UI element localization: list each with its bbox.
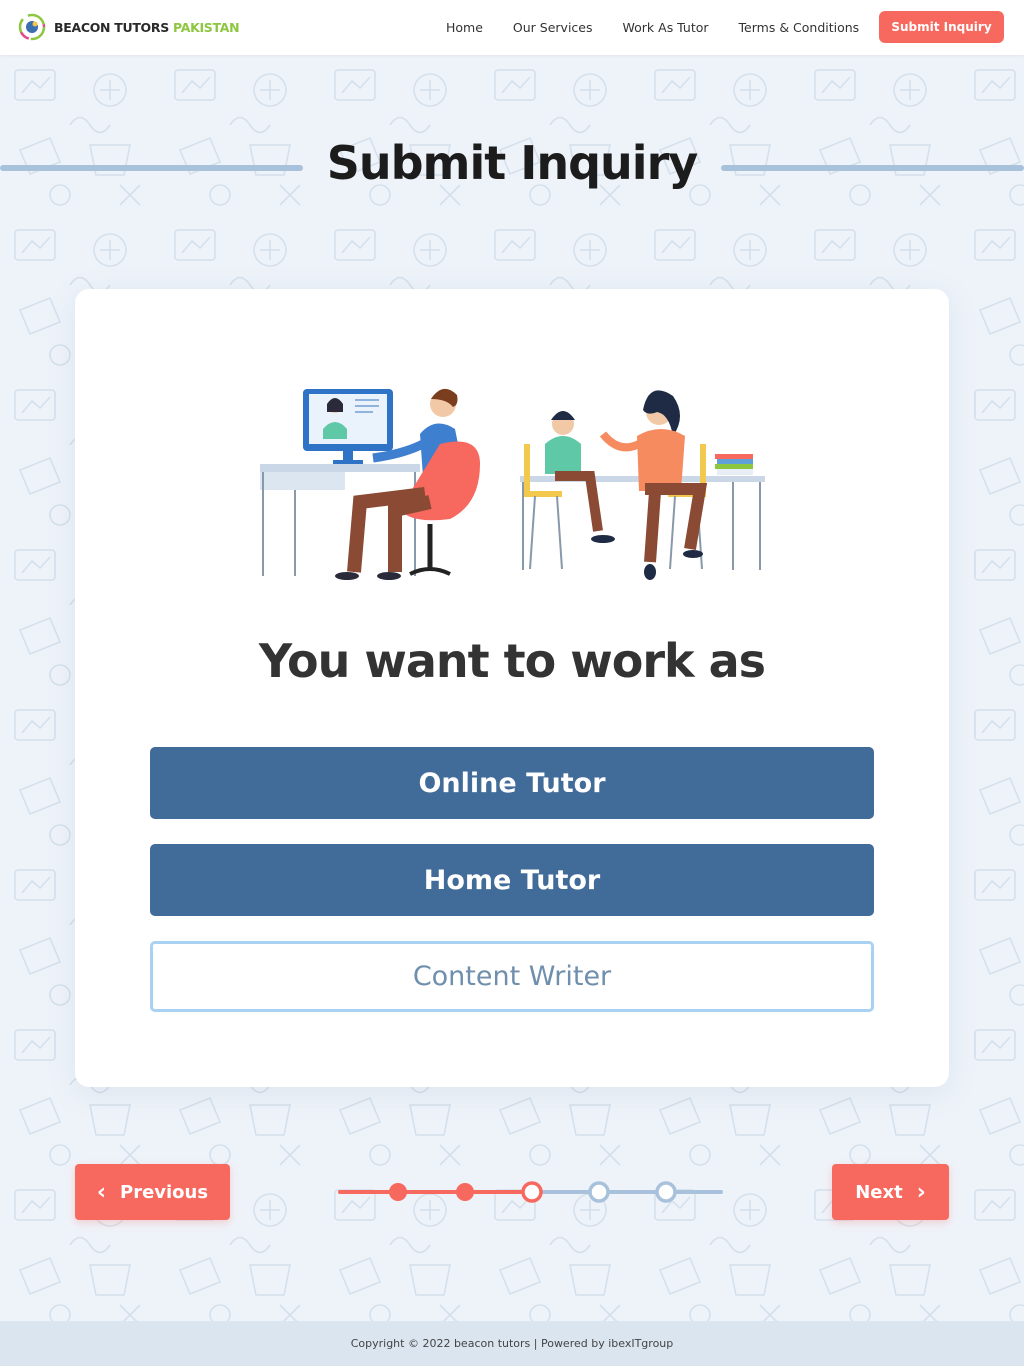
tutoring-illustration	[255, 384, 765, 584]
brand-logo[interactable]: BEACON TUTORS PAKISTAN	[18, 13, 240, 41]
stepper-step-1	[389, 1183, 407, 1201]
brand-name-accent: PAKISTAN	[172, 19, 240, 35]
page-title: Submit Inquiry	[326, 136, 699, 190]
chevron-left-icon: ‹	[96, 1179, 106, 1205]
chevron-right-icon: ›	[916, 1179, 926, 1205]
nav-home[interactable]: Home	[446, 20, 483, 35]
previous-label: Previous	[120, 1181, 209, 1203]
submit-inquiry-button[interactable]: Submit Inquiry	[879, 11, 1004, 43]
home-tutoring-scene	[520, 390, 765, 580]
option-online-tutor[interactable]: Online Tutor	[150, 747, 874, 819]
stepper-step-3	[521, 1181, 543, 1203]
option-content-writer[interactable]: Content Writer	[150, 941, 874, 1012]
nav-work-as-tutor[interactable]: Work As Tutor	[623, 20, 709, 35]
previous-button[interactable]: ‹ Previous	[75, 1164, 230, 1220]
stepper-step-2	[456, 1183, 474, 1201]
top-navbar: BEACON TUTORS PAKISTAN Home Our Services…	[0, 0, 1024, 55]
online-tutoring-scene	[260, 388, 480, 580]
next-button[interactable]: Next ›	[832, 1164, 949, 1220]
stepper-step-5	[655, 1181, 677, 1203]
option-home-tutor[interactable]: Home Tutor	[150, 844, 874, 916]
brand-name: BEACON TUTORS PAKISTAN	[54, 19, 240, 35]
stepper-step-4	[588, 1181, 610, 1203]
progress-stepper	[338, 1181, 723, 1203]
logo-icon	[18, 13, 46, 41]
next-label: Next	[855, 1181, 903, 1203]
brand-name-main: BEACON TUTORS	[54, 19, 169, 35]
copyright-text: Copyright © 2022 beacon tutors | Powered…	[350, 1337, 674, 1350]
nav-terms-conditions[interactable]: Terms & Conditions	[739, 20, 860, 35]
main-nav: Home Our Services Work As Tutor Terms & …	[446, 0, 889, 55]
question-heading: You want to work as	[258, 634, 766, 688]
nav-our-services[interactable]: Our Services	[513, 20, 593, 35]
footer: Copyright © 2022 beacon tutors | Powered…	[0, 1321, 1024, 1366]
question-card: You want to work as Online Tutor Home Tu…	[75, 289, 949, 1087]
